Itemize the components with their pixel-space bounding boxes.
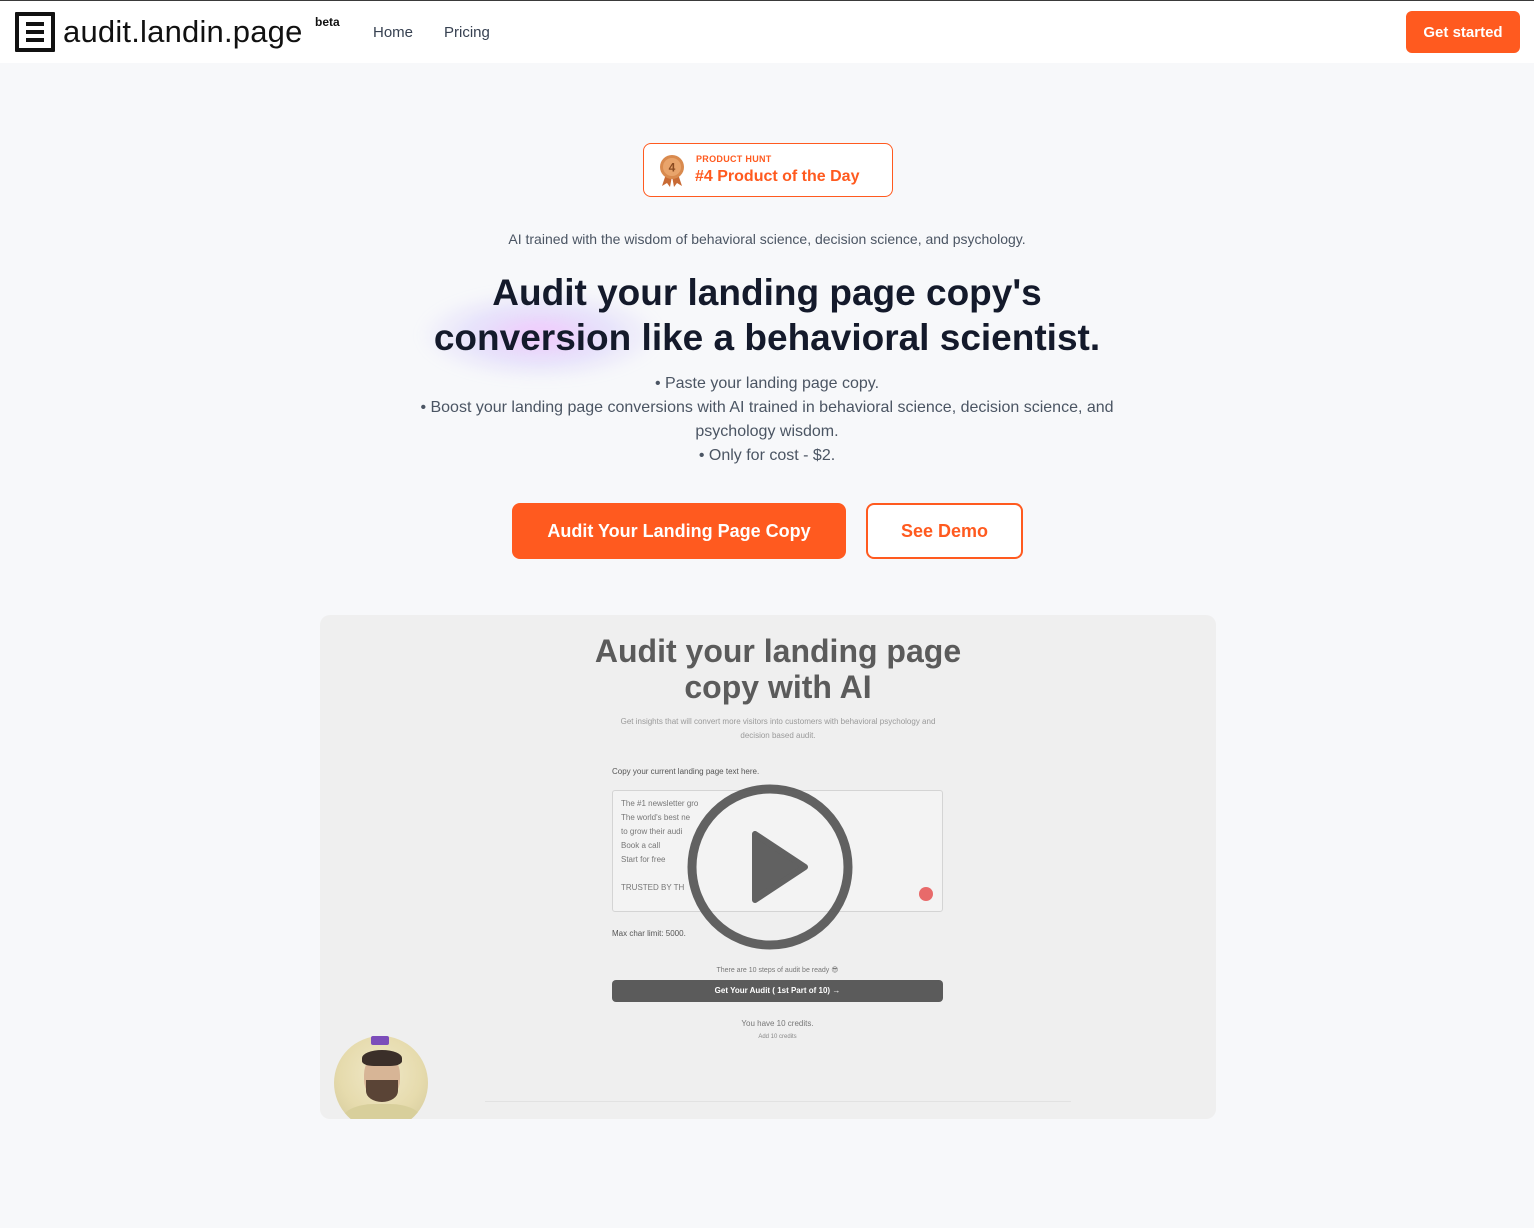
- video-copy-label: Copy your current landing page text here…: [612, 767, 760, 776]
- bullet-item: • Paste your landing page copy.: [654, 375, 880, 392]
- badge-title: #4 Product of the Day: [695, 168, 860, 185]
- hero-bullets: • Paste your landing page copy. • Boost …: [387, 372, 1147, 468]
- video-title: Audit your landing page copy with AI: [320, 633, 1216, 705]
- video-subtitle: Get insights that will convert more visi…: [620, 717, 936, 740]
- audit-copy-button[interactable]: Audit Your Landing Page Copy: [512, 503, 846, 559]
- bullet-item: • Boost your landing page conversions wi…: [420, 399, 1114, 440]
- medal-number: 4: [669, 161, 676, 175]
- video-steps-note: There are 10 steps of audit be ready 😎: [716, 967, 839, 974]
- nav-link-home[interactable]: Home: [373, 24, 413, 41]
- hero-tagline: AI trained with the wisdom of behavioral…: [508, 231, 1026, 247]
- video-divider: [485, 1101, 1071, 1102]
- product-hunt-badge[interactable]: 4 PRODUCT HUNT #4 Product of the Day: [643, 143, 893, 197]
- presenter-avatar: [334, 1036, 428, 1119]
- video-audit-button: Get Your Audit ( 1st Part of 10) →: [612, 980, 943, 1002]
- headline-line-2: conversion like a behavioral scientist.: [433, 317, 1101, 358]
- badge-label: PRODUCT HUNT: [696, 154, 772, 164]
- video-title-line-2: copy with AI: [684, 669, 872, 705]
- bullet-item: • Only for cost - $2.: [698, 447, 836, 464]
- medal-icon: 4: [660, 155, 684, 187]
- video-title-line-1: Audit your landing page: [594, 633, 962, 669]
- video-char-limit: Max char limit: 5000.: [612, 929, 686, 938]
- headline-line-1: Audit your landing page copy's: [492, 272, 1042, 313]
- grammar-icon: [919, 887, 933, 901]
- hero-headline: Audit your landing page copy's conversio…: [0, 270, 1534, 360]
- video-add-credits: Add 10 credits: [758, 1034, 797, 1040]
- beta-badge: beta: [315, 15, 340, 29]
- logo-text[interactable]: audit.landin.page: [63, 14, 303, 50]
- nav-link-pricing[interactable]: Pricing: [444, 24, 490, 41]
- site-header: audit.landin.page beta Home Pricing Get …: [0, 1, 1534, 63]
- get-started-button[interactable]: Get started: [1406, 11, 1520, 53]
- video-credits: You have 10 credits.: [741, 1019, 814, 1028]
- see-demo-button[interactable]: See Demo: [866, 503, 1023, 559]
- play-icon[interactable]: [685, 782, 855, 952]
- avatar-tag-icon: [371, 1036, 389, 1045]
- logo-icon[interactable]: [15, 12, 55, 52]
- demo-video[interactable]: Audit your landing page copy with AI Get…: [320, 615, 1216, 1119]
